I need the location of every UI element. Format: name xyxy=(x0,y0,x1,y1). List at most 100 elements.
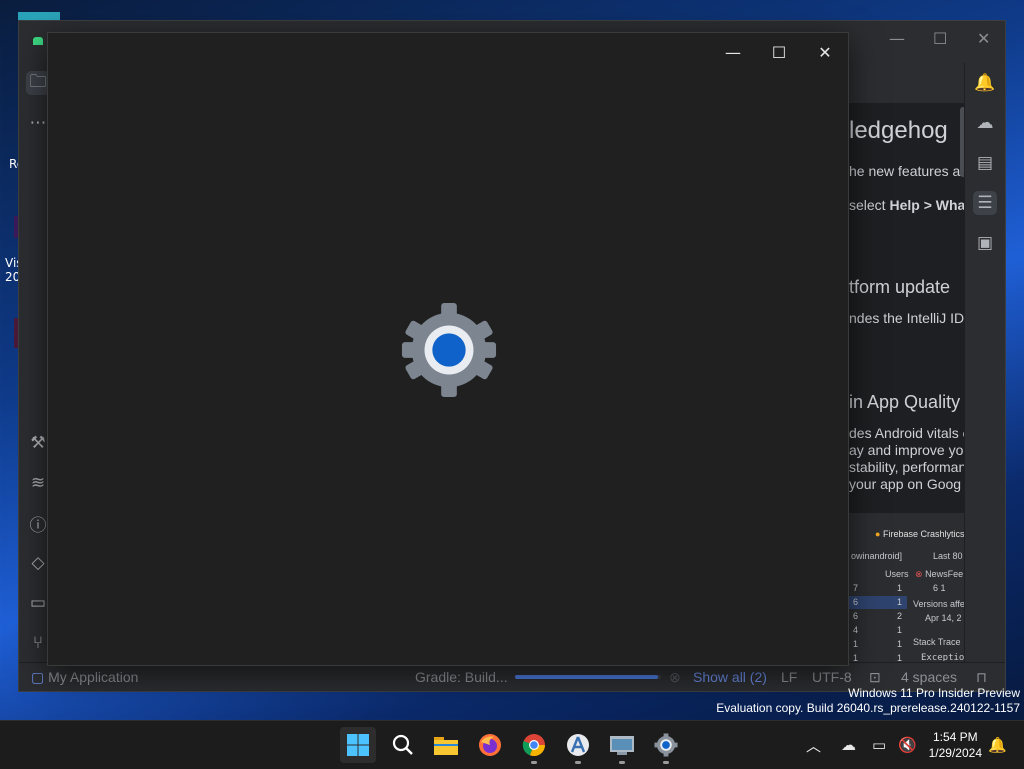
users-header: Users xyxy=(885,569,909,579)
watermark-line-2: Evaluation copy. Build 26040.rs_prerelea… xyxy=(716,701,1020,715)
memory-indicator-icon[interactable]: ⊡ xyxy=(869,669,881,686)
chrome-button[interactable] xyxy=(516,727,552,764)
crash-row-users[interactable]: 1 xyxy=(897,583,902,593)
crashlytics-filter[interactable]: owinandroid] xyxy=(851,551,902,561)
android-studio-icon xyxy=(567,734,589,756)
notification-bell-icon: 🔔 xyxy=(988,736,1007,754)
whats-new-panel: ledgehog he new features ar select Help … xyxy=(849,103,967,661)
android-studio-running-indicator xyxy=(575,761,581,764)
taskbar: ︿ ☁ ▭ 🔇 1:54 PM 1/29/2024 🔔 xyxy=(0,720,1024,769)
crash-row-users[interactable]: 1 xyxy=(897,639,902,649)
crash-row-users[interactable]: 1 xyxy=(897,653,902,661)
gradle-build-status[interactable]: Gradle: Build... xyxy=(415,669,508,685)
whats-new-line-2: select Help > What xyxy=(849,197,967,213)
crash-row-events[interactable]: 6 xyxy=(853,597,858,607)
ide-close-button[interactable]: ✕ xyxy=(977,29,990,48)
crash-row-users[interactable]: 2 xyxy=(897,611,902,621)
settings-gear-icon xyxy=(401,302,497,398)
watermark-line-1: Windows 11 Pro Insider Preview xyxy=(848,686,1020,700)
volume-muted-icon[interactable]: 🔇 xyxy=(898,736,917,754)
clock-time: 1:54 PM xyxy=(932,730,978,744)
crash-row-users[interactable]: 1 xyxy=(897,625,902,635)
crashlytics-range[interactable]: Last 80 xyxy=(933,551,963,561)
app-quality-line-1: des Android vitals c xyxy=(849,425,967,441)
windows-logo-icon xyxy=(347,734,369,756)
windows-watermark: Windows 11 Pro Insider Preview Evaluatio… xyxy=(716,686,1020,716)
cancel-build-icon[interactable]: ⊗ xyxy=(669,669,681,686)
file-explorer-button[interactable] xyxy=(428,727,464,763)
clock-date: 1/29/2024 xyxy=(928,746,982,760)
issue-stats: 6 1 xyxy=(933,583,946,593)
ide-minimize-button[interactable]: — xyxy=(889,29,905,48)
file-encoding[interactable]: UTF-8 xyxy=(812,669,852,685)
stack-trace-label: Stack Trace xyxy=(913,637,961,647)
onedrive-offline-icon[interactable]: ☁ xyxy=(841,736,856,754)
search-button[interactable] xyxy=(385,727,421,763)
vm-running-indicator xyxy=(619,761,625,764)
platform-update-text: ndes the IntelliJ IDE xyxy=(849,310,967,326)
start-button[interactable] xyxy=(340,727,376,763)
crash-row-events[interactable]: 1 xyxy=(853,653,858,661)
settings-button[interactable] xyxy=(648,727,684,764)
crash-row-users[interactable]: 1 xyxy=(897,597,902,607)
settings-splash-window: — ☐ ✕ xyxy=(47,32,849,666)
issue-title: ⊗ NewsFee xyxy=(915,569,964,579)
versions-affected: Versions affe xyxy=(913,599,965,609)
crash-row-events[interactable]: 4 xyxy=(853,625,858,635)
module-icon: ▢ xyxy=(31,669,45,685)
show-hidden-icons-chevron-up-icon[interactable]: ︿ xyxy=(806,735,821,756)
crashlytics-title: ● Firebase Crashlytics xyxy=(875,529,965,539)
crash-row-events[interactable]: 7 xyxy=(853,583,858,593)
platform-update-heading: tform update xyxy=(849,277,951,297)
android-logo-icon xyxy=(33,37,43,45)
help-prefix-text: select xyxy=(849,197,890,213)
crash-row-events[interactable]: 1 xyxy=(853,639,858,649)
ide-right-toolbar: 🔔 ☁ ▤ ☰ ▣ xyxy=(964,63,1005,663)
indent-setting[interactable]: 4 spaces xyxy=(901,669,957,685)
virtual-machine-icon xyxy=(610,736,634,755)
whats-new-line-1: he new features ar xyxy=(849,163,965,179)
settings-icon xyxy=(654,733,678,757)
firefox-button[interactable] xyxy=(472,727,508,763)
app-quality-line-4: your app on Goog xyxy=(849,476,962,492)
system-clock[interactable]: 1:54 PM 1/29/2024 xyxy=(929,729,982,761)
system-tray: ︿ ☁ ▭ 🔇 xyxy=(800,721,923,769)
project-breadcrumb[interactable]: ▢ My Application xyxy=(31,669,138,686)
desktop-icon-top[interactable] xyxy=(18,12,60,20)
running-devices-icon[interactable]: ▣ xyxy=(973,231,997,255)
vm-button[interactable] xyxy=(604,727,640,764)
maximize-button[interactable]: ☐ xyxy=(756,37,802,67)
close-button[interactable]: ✕ xyxy=(802,37,848,67)
network-icon[interactable]: ▭ xyxy=(872,736,886,754)
device-manager-icon[interactable]: ▤ xyxy=(973,151,997,175)
show-all-link[interactable]: Show all (2) xyxy=(693,669,767,685)
gradle-progress-fill xyxy=(515,675,659,679)
whats-new-list-icon[interactable]: ☰ xyxy=(973,191,997,215)
notifications-button[interactable]: 🔔 xyxy=(988,721,1007,769)
folder-icon xyxy=(434,737,458,755)
notifications-bell-icon[interactable]: 🔔 xyxy=(973,71,997,95)
app-quality-line-2: ay and improve you xyxy=(849,442,967,458)
app-quality-line-3: stability, performan xyxy=(849,459,967,475)
firefox-icon xyxy=(479,734,501,756)
gradle-progress-bar xyxy=(515,675,661,679)
lock-icon[interactable]: ⊓ xyxy=(976,669,987,686)
line-separator[interactable]: LF xyxy=(781,669,797,685)
help-menu-path: Help > What xyxy=(889,197,967,213)
minimize-button[interactable]: — xyxy=(710,37,756,67)
search-icon xyxy=(392,734,413,755)
chrome-icon xyxy=(522,734,546,757)
exception-label: Exception xyxy=(921,653,967,661)
settings-running-indicator xyxy=(663,761,669,764)
whats-new-heading: ledgehog xyxy=(849,117,948,144)
android-studio-button[interactable] xyxy=(560,727,596,764)
crashlytics-preview: ● Firebase Crashlytics owinandroid] Last… xyxy=(849,513,967,661)
crash-row-events[interactable]: 6 xyxy=(853,611,858,621)
chrome-running-indicator xyxy=(531,761,537,764)
issue-date: Apr 14, 2 xyxy=(925,613,962,623)
error-icon: ⊗ xyxy=(915,569,923,579)
app-quality-heading: in App Quality xyxy=(849,392,961,412)
ide-maximize-button[interactable]: ☐ xyxy=(933,29,947,48)
gradle-elephant-icon[interactable]: ☁ xyxy=(973,111,997,135)
firebase-icon: ● xyxy=(875,529,881,539)
